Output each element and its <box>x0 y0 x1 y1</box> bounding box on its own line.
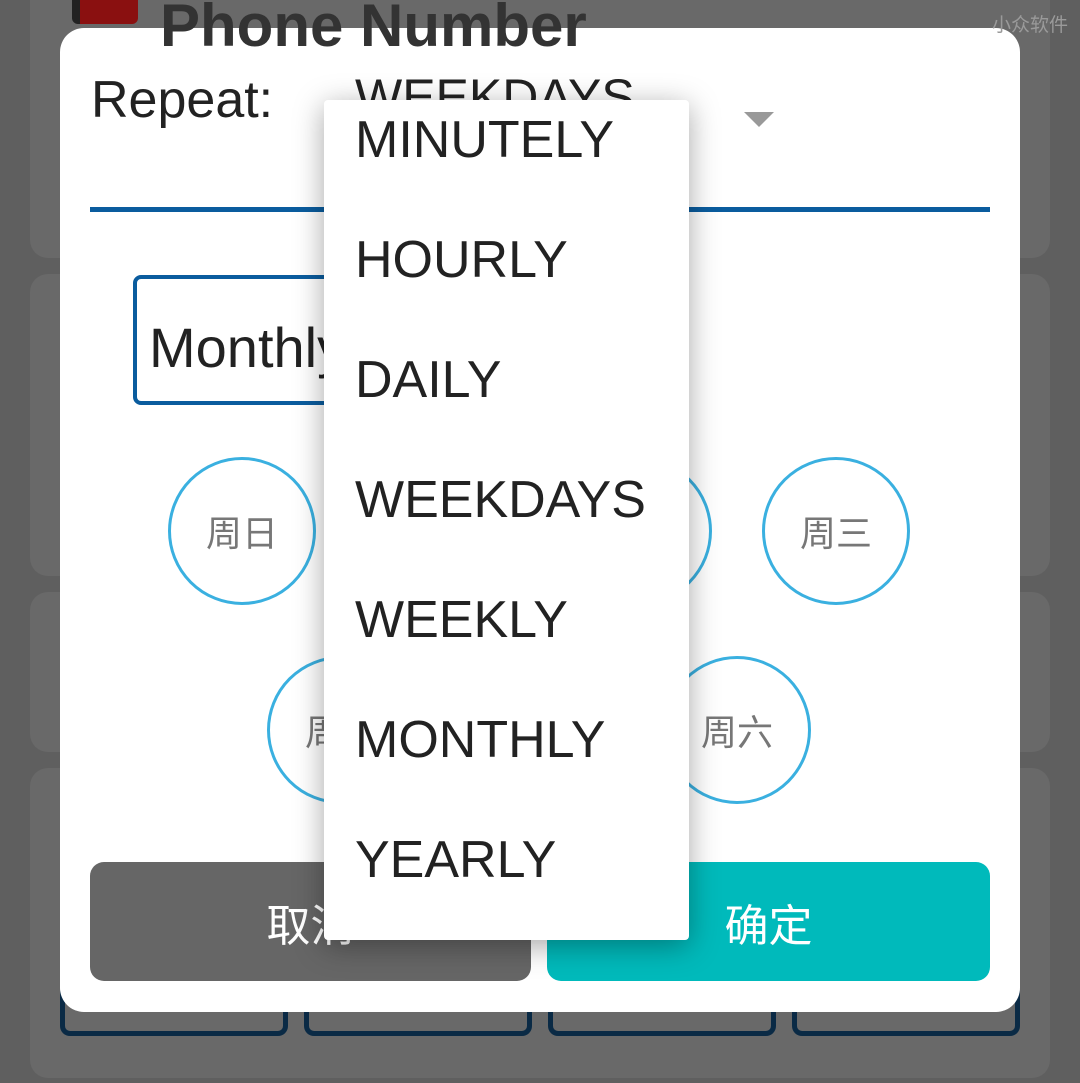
option-yearly[interactable]: YEARLY <box>324 820 689 940</box>
option-minutely[interactable]: MINUTELY <box>324 100 689 220</box>
option-monthly[interactable]: MONTHLY <box>324 700 689 820</box>
option-daily[interactable]: DAILY <box>324 340 689 460</box>
repeat-label: Repeat: <box>91 71 274 129</box>
option-hourly[interactable]: HOURLY <box>324 220 689 340</box>
day-wednesday[interactable]: 周三 <box>762 457 910 605</box>
background-title: Phone Number <box>160 0 587 59</box>
day-sunday[interactable]: 周日 <box>168 457 316 605</box>
watermark: 小众软件 <box>991 14 1068 36</box>
option-weekly[interactable]: WEEKLY <box>324 580 689 700</box>
telephone-icon <box>72 0 138 24</box>
repeat-dropdown-menu: MINUTELY HOURLY DAILY WEEKDAYS WEEKLY MO… <box>324 100 689 940</box>
dropdown-arrow-icon[interactable] <box>744 112 774 127</box>
option-weekdays[interactable]: WEEKDAYS <box>324 460 689 580</box>
